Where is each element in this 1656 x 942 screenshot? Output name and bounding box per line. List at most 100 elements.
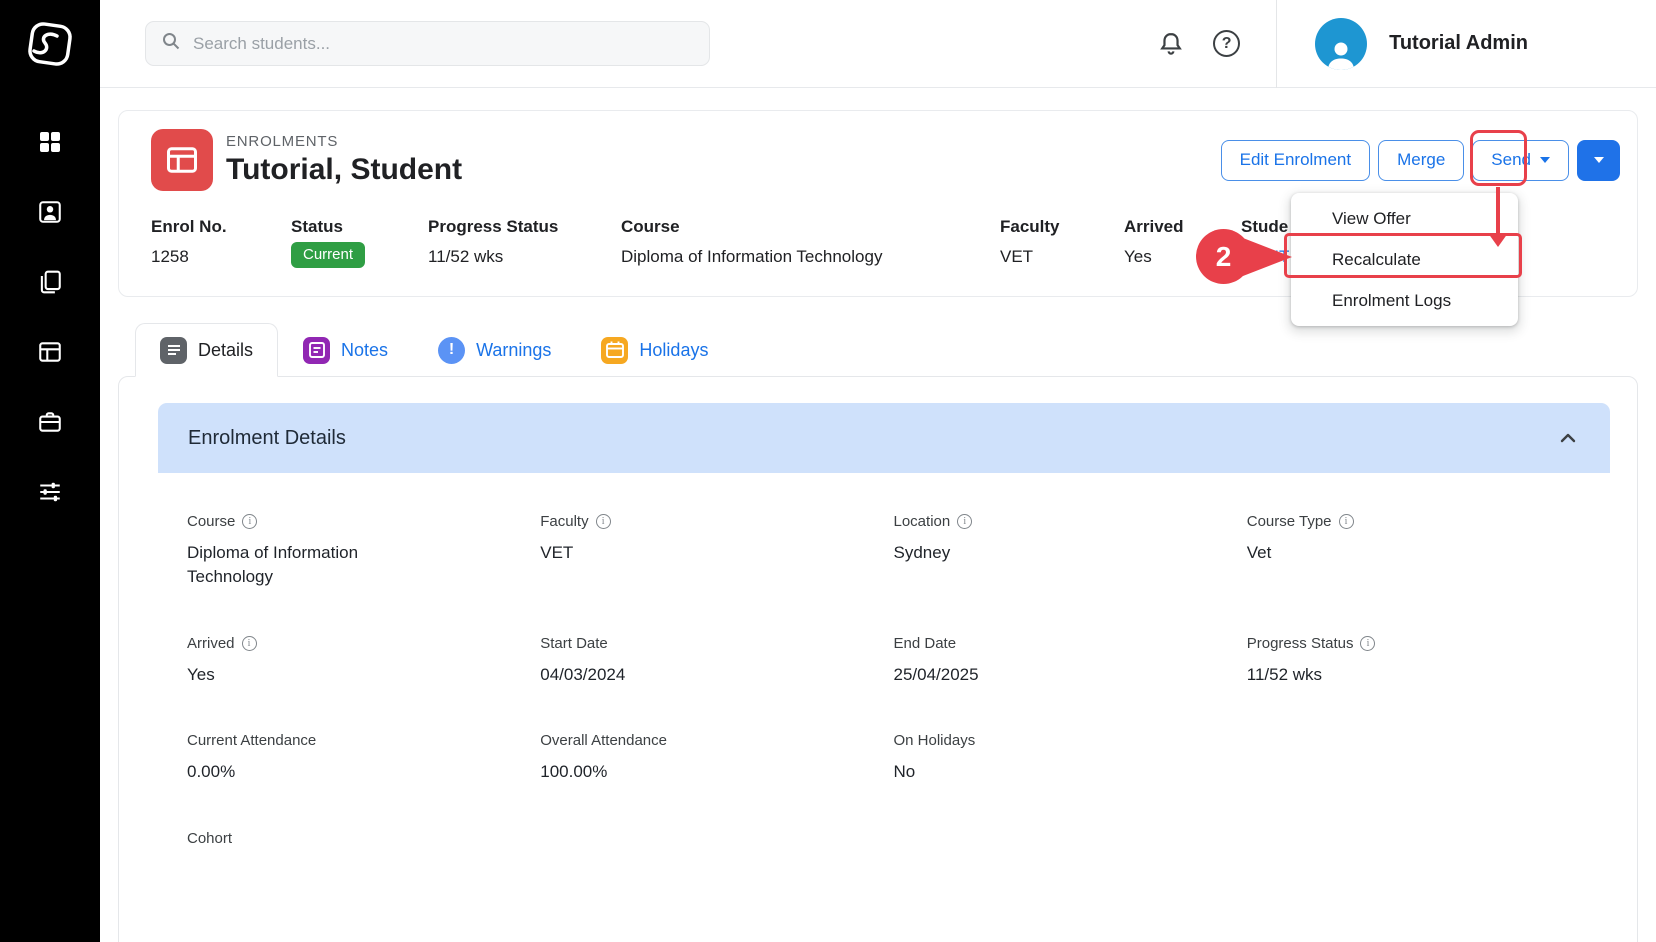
field-course: Course Diploma of Information Technology (187, 513, 540, 589)
merge-label: Merge (1397, 150, 1445, 170)
field-faculty: Faculty VET (540, 513, 893, 589)
course-type-field-value: Vet (1247, 541, 1600, 565)
field-current-attendance: Current Attendance 0.00% (187, 732, 540, 784)
settings-icon[interactable] (37, 478, 64, 505)
tab-details[interactable]: Details (135, 323, 278, 377)
tab-notes[interactable]: Notes (278, 323, 413, 377)
on-holidays-field-value: No (894, 760, 1247, 784)
info-icon[interactable] (957, 514, 972, 529)
notes-tab-icon (303, 337, 330, 364)
field-overall-attendance: Overall Attendance 100.00% (540, 732, 893, 784)
app-root: Tutorial Admin ENROLMENTS Tutorial, Stud (0, 0, 1656, 942)
help-icon[interactable] (1213, 30, 1240, 57)
info-icon[interactable] (242, 514, 257, 529)
field-empty (1247, 732, 1600, 784)
arrived-field-label: Arrived (187, 635, 235, 652)
overall-attendance-field-label: Overall Attendance (540, 732, 667, 749)
documents-icon[interactable] (37, 268, 64, 295)
header-actions: Edit Enrolment Merge Send (1221, 140, 1620, 181)
faculty-field-label: Faculty (540, 513, 588, 530)
tab-details-label: Details (198, 340, 253, 361)
course-field-value: Diploma of Information Technology (187, 541, 412, 589)
current-attendance-field-label: Current Attendance (187, 732, 316, 749)
chevron-down-icon (1594, 157, 1604, 163)
topbar-right: Tutorial Admin (1157, 0, 1528, 87)
progress-status-value: 11/52 wks (428, 247, 621, 267)
enrolment-details-section-header[interactable]: Enrolment Details (158, 403, 1610, 473)
start-date-field-label: Start Date (540, 635, 608, 652)
notifications-bell-icon[interactable] (1157, 30, 1185, 58)
field-location: Location Sydney (894, 513, 1247, 589)
faculty-field-value: VET (540, 541, 893, 565)
tab-notes-label: Notes (341, 340, 388, 361)
topbar: Tutorial Admin (100, 0, 1656, 88)
user-name: Tutorial Admin (1389, 32, 1528, 55)
tab-holidays[interactable]: Holidays (576, 323, 733, 377)
faculty-value: VET (1000, 247, 1124, 267)
edit-enrolment-button[interactable]: Edit Enrolment (1221, 140, 1371, 181)
info-icon[interactable] (242, 636, 257, 651)
main-area: Tutorial Admin ENROLMENTS Tutorial, Stud (100, 0, 1656, 942)
tab-holidays-label: Holidays (639, 340, 708, 361)
edit-enrolment-label: Edit Enrolment (1240, 150, 1352, 170)
field-cohort: Cohort (187, 830, 540, 858)
course-type-field-label: Course Type (1247, 513, 1332, 530)
summary-course: Course Diploma of Information Technology (621, 217, 1000, 268)
user-avatar[interactable] (1315, 18, 1367, 70)
more-actions-dropdown-button[interactable] (1577, 140, 1620, 181)
progress-status-field-label: Progress Status (1247, 635, 1354, 652)
chevron-up-icon[interactable] (1556, 426, 1580, 450)
course-label: Course (621, 217, 1000, 237)
tab-warnings[interactable]: Warnings (413, 323, 576, 377)
info-icon[interactable] (1360, 636, 1375, 651)
agents-icon[interactable] (37, 408, 64, 435)
course-value: Diploma of Information Technology (621, 247, 1000, 267)
summary-enrol-no: Enrol No. 1258 (151, 217, 291, 268)
dashboard-icon[interactable] (37, 128, 64, 155)
annotation-button-highlight (1470, 130, 1527, 186)
enrolments-icon[interactable] (37, 338, 64, 365)
student-label: Stude (1241, 217, 1289, 237)
section-title: Enrolment Details (188, 427, 346, 450)
cohort-field-label: Cohort (187, 830, 232, 847)
topbar-divider (1276, 0, 1277, 88)
field-on-holidays: On Holidays No (894, 732, 1247, 784)
students-icon[interactable] (37, 198, 64, 225)
location-field-value: Sydney (894, 541, 1247, 565)
field-start-date: Start Date 04/03/2024 (540, 635, 893, 687)
app-logo-icon[interactable] (22, 16, 78, 72)
current-attendance-field-value: 0.00% (187, 760, 540, 784)
end-date-field-label: End Date (894, 635, 957, 652)
student-search[interactable] (145, 21, 710, 66)
info-icon[interactable] (1339, 514, 1354, 529)
annotation-recalculate-highlight (1284, 233, 1522, 278)
sidebar-nav (37, 128, 64, 505)
chevron-down-icon (1540, 157, 1550, 163)
field-course-type: Course Type Vet (1247, 513, 1600, 589)
enrol-no-label: Enrol No. (151, 217, 291, 237)
faculty-label: Faculty (1000, 217, 1124, 237)
sidebar (0, 0, 100, 942)
progress-status-label: Progress Status (428, 217, 621, 237)
merge-button[interactable]: Merge (1378, 140, 1464, 181)
start-date-field-value: 04/03/2024 (540, 663, 893, 687)
end-date-field-value: 25/04/2025 (894, 663, 1247, 687)
enrolment-details-fields: Course Diploma of Information Technology… (158, 473, 1610, 898)
enrol-no-value: 1258 (151, 247, 291, 267)
status-badge: Current (291, 242, 365, 268)
annotation-arrow-line (1496, 187, 1500, 234)
field-progress-status: Progress Status 11/52 wks (1247, 635, 1600, 687)
field-end-date: End Date 25/04/2025 (894, 635, 1247, 687)
progress-status-field-value: 11/52 wks (1247, 663, 1600, 687)
tabs-row: Details Notes Warnings (118, 323, 1638, 376)
arrived-field-value: Yes (187, 663, 540, 687)
search-input[interactable] (193, 34, 695, 54)
holidays-tab-icon (601, 337, 628, 364)
details-tab-panel: Enrolment Details Course Diploma of Info… (118, 376, 1638, 942)
status-label: Status (291, 217, 428, 237)
search-icon (160, 30, 182, 57)
menu-item-enrolment-logs[interactable]: Enrolment Logs (1291, 280, 1518, 321)
summary-progress-status: Progress Status 11/52 wks (428, 217, 621, 268)
overall-attendance-field-value: 100.00% (540, 760, 893, 784)
info-icon[interactable] (596, 514, 611, 529)
